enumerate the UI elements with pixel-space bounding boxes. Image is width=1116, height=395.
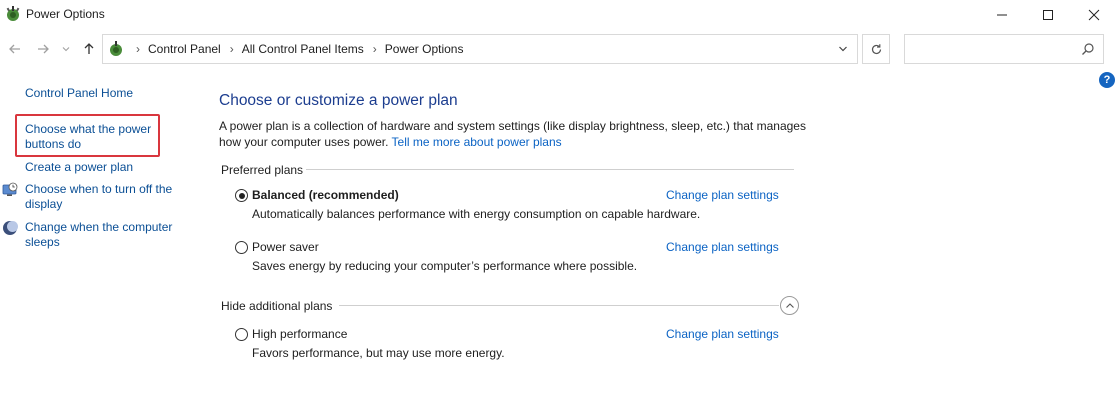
change-plan-settings-high-performance[interactable]: Change plan settings [666,327,779,341]
collapse-plans-button[interactable] [780,296,799,315]
breadcrumb: › Control Panel › All Control Panel Item… [127,42,463,56]
sidebar-item-computer-sleeps[interactable]: Change when the computer sleeps [25,220,185,250]
page-title: Choose or customize a power plan [219,92,458,109]
search-box[interactable] [904,34,1104,64]
plan-description-power-saver: Saves energy by reducing your computer’s… [252,259,638,273]
breadcrumb-control-panel[interactable]: Control Panel [148,42,221,56]
plan-name-balanced[interactable]: Balanced (recommended) [252,188,399,202]
close-button[interactable] [1071,0,1116,30]
address-dropdown-button[interactable] [832,34,854,64]
power-options-icon [6,6,20,21]
minimize-icon [997,14,1007,16]
up-button[interactable] [80,40,98,58]
breadcrumb-separator: › [136,42,140,56]
moon-icon [3,221,18,235]
control-panel-home-link[interactable]: Control Panel Home [25,86,133,101]
refresh-icon [871,43,881,54]
breadcrumb-separator: › [229,42,234,56]
help-button[interactable]: ? [1099,72,1115,88]
plan-description-balanced: Automatically balances performance with … [252,207,701,221]
plan-radio-power-saver[interactable] [235,241,248,254]
arrow-up-icon [84,43,94,54]
close-icon [1088,9,1100,21]
preferred-plans-label: Preferred plans [221,163,310,177]
search-icon[interactable] [1081,42,1095,56]
chevron-up-icon [785,302,794,308]
chevron-down-icon [839,46,847,52]
forward-button[interactable] [34,40,52,58]
divider [339,305,779,306]
divider [306,169,794,170]
change-plan-settings-power-saver[interactable]: Change plan settings [666,240,779,254]
refresh-button[interactable] [862,34,890,64]
hide-additional-plans-label[interactable]: Hide additional plans [221,299,339,313]
window-title: Power Options [26,7,105,21]
plan-radio-high-performance[interactable] [235,328,248,341]
title-bar: Power Options [0,0,1116,30]
recent-locations-button[interactable] [60,40,72,58]
search-input[interactable] [905,35,1075,63]
maximize-icon [1043,10,1053,20]
arrow-left-icon [9,44,20,54]
plan-description-high-performance: Favors performance, but may use more ene… [252,346,505,360]
plan-name-high-performance[interactable]: High performance [252,327,347,341]
chevron-down-icon [62,47,70,52]
sidebar-item-turn-off-display[interactable]: Choose when to turn off the display [25,182,185,212]
breadcrumb-power-options[interactable]: Power Options [385,42,464,56]
learn-more-link[interactable]: Tell me more about power plans [392,135,562,149]
breadcrumb-all-items[interactable]: All Control Panel Items [242,42,364,56]
minimize-button[interactable] [979,0,1025,30]
page-description: A power plan is a collection of hardware… [219,119,819,150]
display-clock-icon [2,182,18,196]
back-button[interactable] [6,40,24,58]
sidebar-item-power-buttons[interactable]: Choose what the power buttons do [25,122,165,152]
breadcrumb-separator: › [372,42,377,56]
maximize-button[interactable] [1025,0,1071,30]
plan-radio-balanced[interactable] [235,189,248,202]
sidebar-item-create-plan[interactable]: Create a power plan [25,160,133,175]
plan-name-power-saver[interactable]: Power saver [252,240,319,254]
change-plan-settings-balanced[interactable]: Change plan settings [666,188,779,202]
address-bar[interactable]: › Control Panel › All Control Panel Item… [102,34,858,64]
arrow-right-icon [38,44,49,54]
power-options-icon [110,41,122,56]
